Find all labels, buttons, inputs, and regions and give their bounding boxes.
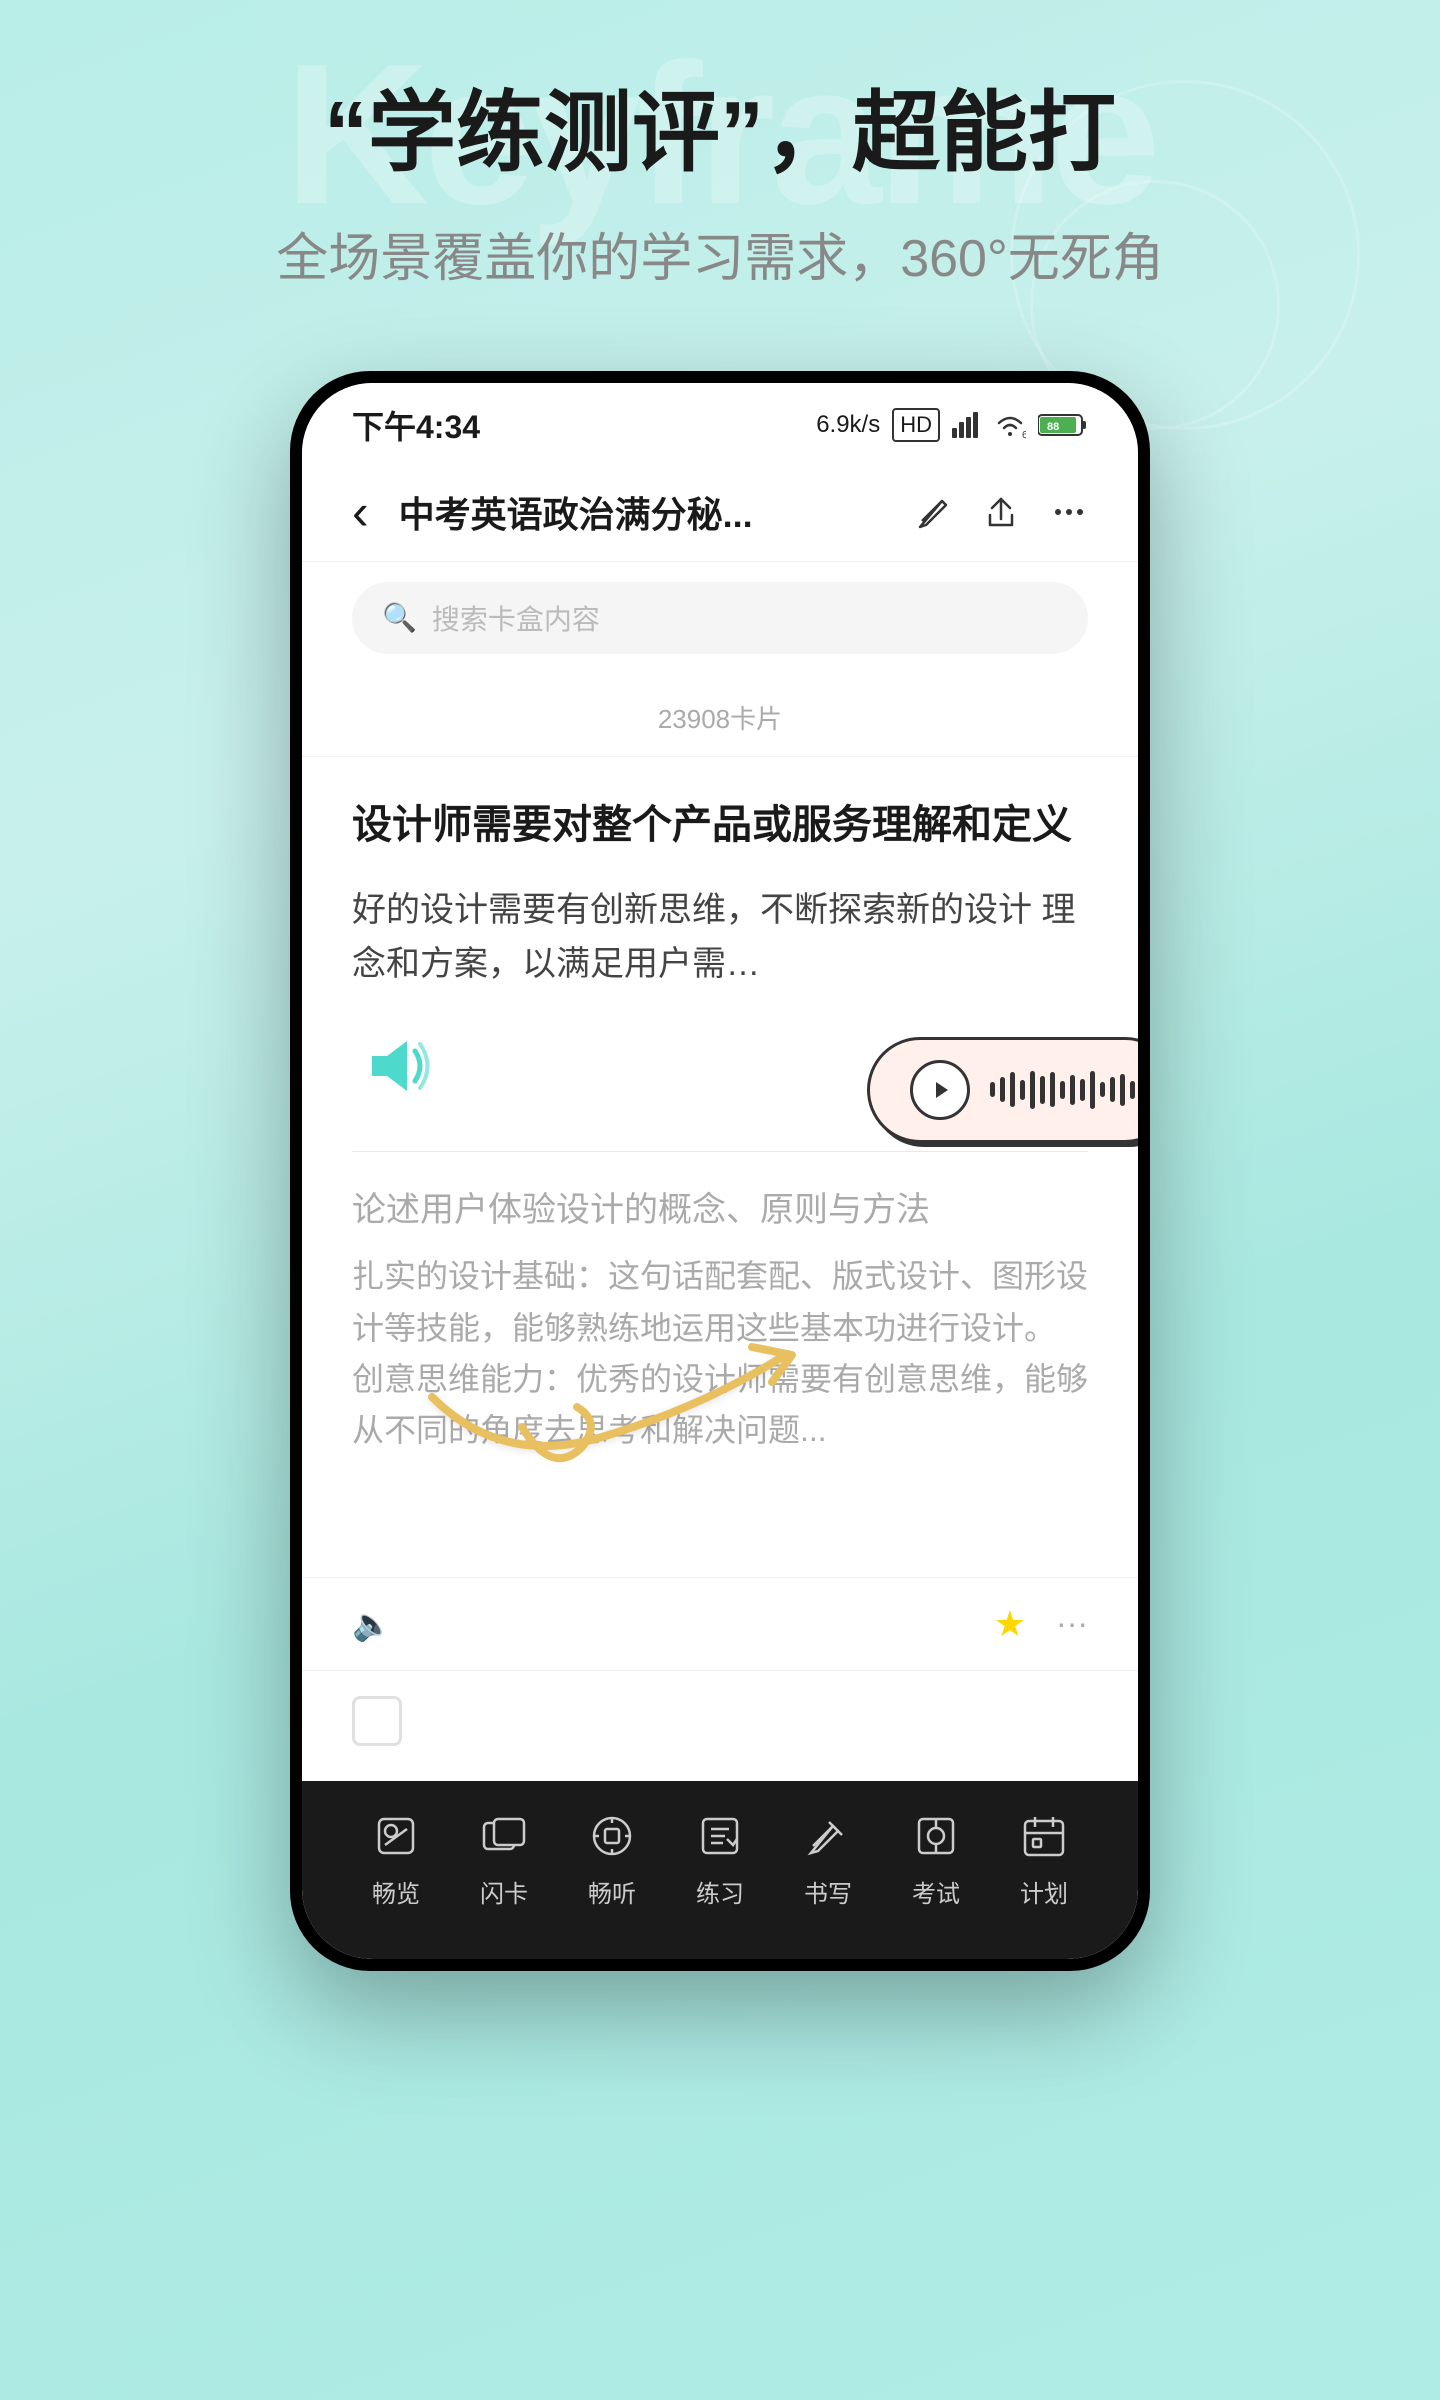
bottom-nav: 畅览 闪卡	[302, 1781, 1138, 1959]
back-button[interactable]: ‹	[352, 483, 369, 541]
star-icon[interactable]: ★	[994, 1603, 1026, 1645]
nav-actions	[914, 493, 1088, 531]
nav-label-exam: 考试	[912, 1874, 960, 1909]
exam-icon	[906, 1806, 966, 1866]
card-divider: 论述用户体验设计的概念、原则与方法 扎实的设计基础：这句话配套配、版式设计、图形…	[352, 1151, 1088, 1456]
flashcard-icon	[474, 1806, 534, 1866]
nav-item-plan[interactable]: 计划	[1014, 1806, 1074, 1909]
nav-label-write: 书写	[804, 1874, 852, 1909]
tts-player[interactable]	[867, 1037, 1138, 1143]
hero-subtitle: 全场景覆盖你的学习需求，360°无死角	[276, 216, 1164, 291]
nav-label-browse: 畅览	[372, 1874, 420, 1909]
battery-icon: 88	[1038, 412, 1088, 438]
search-container: 🔍 搜索卡盒内容	[302, 562, 1138, 679]
partial-card-checkbox	[352, 1696, 402, 1746]
nav-item-exam[interactable]: 考试	[906, 1806, 966, 1909]
search-icon: 🔍	[382, 601, 417, 634]
tts-play-button[interactable]	[910, 1060, 970, 1120]
hero-title: “学练测评”，超能打	[324, 80, 1116, 186]
card-sub-title: 论述用户体验设计的概念、原则与方法	[352, 1182, 1088, 1231]
card-sub-content: 扎实的设计基础：这句话配套配、版式设计、图形设计等技能，能够熟练地运用这些基本功…	[352, 1251, 1088, 1456]
card-area: 设计师需要对整个产品或服务理解和定义 好的设计需要有创新思维，不断探索新的设计 …	[302, 757, 1138, 1577]
signal-icon	[952, 412, 982, 438]
edit-icon[interactable]	[914, 493, 952, 531]
svg-text:88: 88	[1047, 421, 1059, 433]
nav-label-practice: 练习	[696, 1874, 744, 1909]
card-count-bar: 23908卡片	[302, 679, 1138, 757]
nav-title: 中考英语政治满分秘...	[399, 486, 884, 538]
partial-card	[302, 1670, 1138, 1781]
more-icon[interactable]	[1050, 493, 1088, 531]
write-icon	[798, 1806, 858, 1866]
phone-inner: 下午4:34 6.9k/s HD	[302, 383, 1138, 1959]
status-time: 下午4:34	[352, 402, 480, 448]
tts-waveform	[990, 1070, 1135, 1110]
phone-mockup: 下午4:34 6.9k/s HD	[290, 371, 1150, 1971]
footer-audio-icon[interactable]: 🔈	[352, 1605, 392, 1643]
card-content-preview: 好的设计需要有创新思维，不断探索新的设计 理念和方案，以满足用户需…	[352, 883, 1088, 992]
search-bar[interactable]: 🔍 搜索卡盒内容	[352, 582, 1088, 654]
hd-badge: HD	[892, 408, 940, 442]
status-bar: 下午4:34 6.9k/s HD	[302, 383, 1138, 463]
nav-item-flashcard[interactable]: 闪卡	[474, 1806, 534, 1909]
nav-item-practice[interactable]: 练习	[690, 1806, 750, 1909]
card-question: 设计师需要对整个产品或服务理解和定义	[352, 797, 1088, 853]
share-icon[interactable]	[982, 493, 1020, 531]
search-placeholder-text: 搜索卡盒内容	[432, 598, 600, 638]
listen-icon	[582, 1806, 642, 1866]
nav-label-flashcard: 闪卡	[480, 1874, 528, 1909]
footer-actions: ★ ···	[994, 1603, 1088, 1645]
practice-icon	[690, 1806, 750, 1866]
wifi-icon: 6	[994, 412, 1026, 438]
nav-item-listen[interactable]: 畅听	[582, 1806, 642, 1909]
speaker-icon[interactable]	[352, 1021, 442, 1111]
card-footer: 🔈 ★ ···	[302, 1577, 1138, 1670]
nav-item-write[interactable]: 书写	[798, 1806, 858, 1909]
nav-item-browse[interactable]: 畅览	[366, 1806, 426, 1909]
network-speed: 6.9k/s	[816, 411, 880, 439]
svg-text:6: 6	[1022, 430, 1026, 438]
plan-icon	[1014, 1806, 1074, 1866]
card-audio-row	[352, 1021, 1088, 1111]
nav-label-listen: 畅听	[588, 1874, 636, 1909]
card-more-icon[interactable]: ···	[1056, 1605, 1088, 1642]
nav-label-plan: 计划	[1020, 1874, 1068, 1909]
card-count: 23908卡片	[658, 704, 782, 734]
browse-icon	[366, 1806, 426, 1866]
nav-bar: ‹ 中考英语政治满分秘...	[302, 463, 1138, 562]
status-icons: 6.9k/s HD 6	[816, 408, 1088, 442]
